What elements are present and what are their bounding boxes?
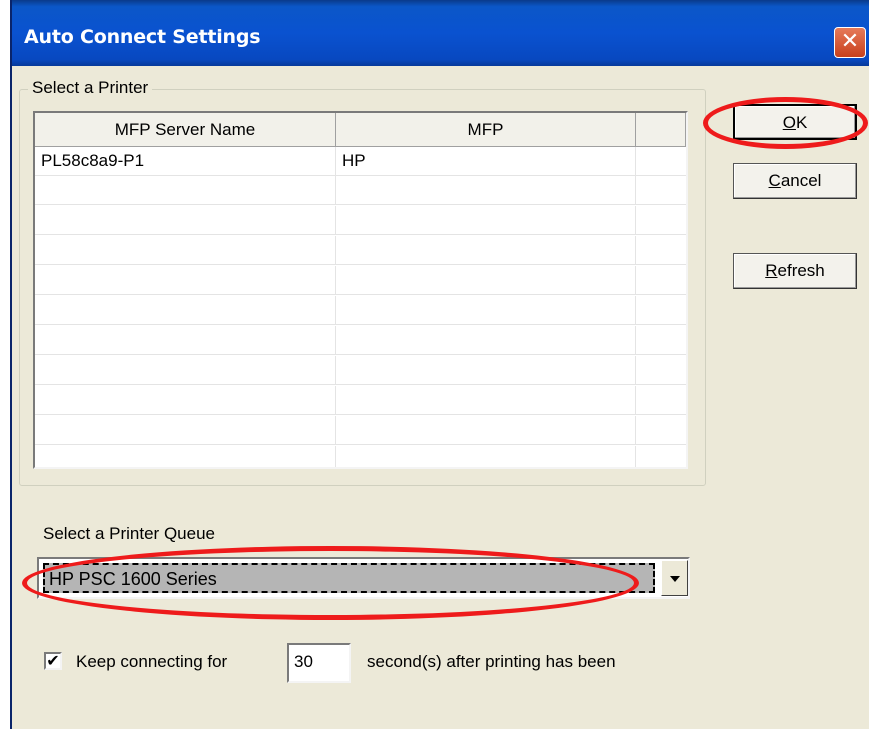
empty-row <box>35 386 686 415</box>
empty-row <box>35 296 686 325</box>
dialog-title: Auto Connect Settings <box>24 26 261 48</box>
empty-row <box>35 176 686 205</box>
keep-connecting-label: Keep connecting for <box>76 652 228 671</box>
empty-row <box>35 416 686 445</box>
empty-row <box>35 326 686 355</box>
table-row[interactable]: PL58c8a9-P1 HP <box>35 147 686 176</box>
column-header-blank <box>636 113 686 147</box>
cancel-mnemonic: C <box>768 171 781 190</box>
close-icon[interactable]: ✕ <box>834 27 866 58</box>
printer-group-label: Select a Printer <box>28 78 153 98</box>
empty-row <box>35 266 686 295</box>
seconds-input[interactable]: 30 <box>287 643 351 683</box>
title-bar[interactable]: Auto Connect Settings ✕ <box>12 0 869 66</box>
keep-connecting-checkbox[interactable]: ✔ <box>44 652 62 670</box>
ok-button[interactable]: OK <box>733 104 857 140</box>
cancel-label-rest: ancel <box>780 171 822 190</box>
refresh-button[interactable]: Refresh <box>733 253 857 289</box>
column-header-server-name[interactable]: MFP Server Name <box>35 113 336 147</box>
refresh-mnemonic: R <box>765 261 778 280</box>
empty-row <box>35 356 686 385</box>
empty-row <box>35 236 686 265</box>
list-header: MFP Server Name MFP <box>35 113 686 147</box>
ok-mnemonic: O <box>782 113 796 132</box>
column-header-mfp[interactable]: MFP <box>336 113 636 147</box>
printer-queue-dropdown[interactable]: HP PSC 1600 Series <box>37 557 690 599</box>
ok-label-rest: K <box>795 113 808 132</box>
empty-row <box>35 206 686 235</box>
mfp-cell: HP <box>336 147 636 176</box>
printer-queue-selected[interactable]: HP PSC 1600 Series <box>43 563 655 593</box>
empty-row <box>35 446 686 467</box>
refresh-label-rest: efresh <box>777 261 825 280</box>
printer-list[interactable]: MFP Server Name MFP PL58c8a9-P1 HP <box>33 111 688 469</box>
chevron-down-icon[interactable] <box>661 560 688 596</box>
server-name-cell: PL58c8a9-P1 <box>35 147 336 176</box>
cancel-button[interactable]: Cancel <box>733 163 857 199</box>
after-printing-label: second(s) after printing has been <box>367 652 616 671</box>
printer-queue-label: Select a Printer Queue <box>43 524 215 543</box>
